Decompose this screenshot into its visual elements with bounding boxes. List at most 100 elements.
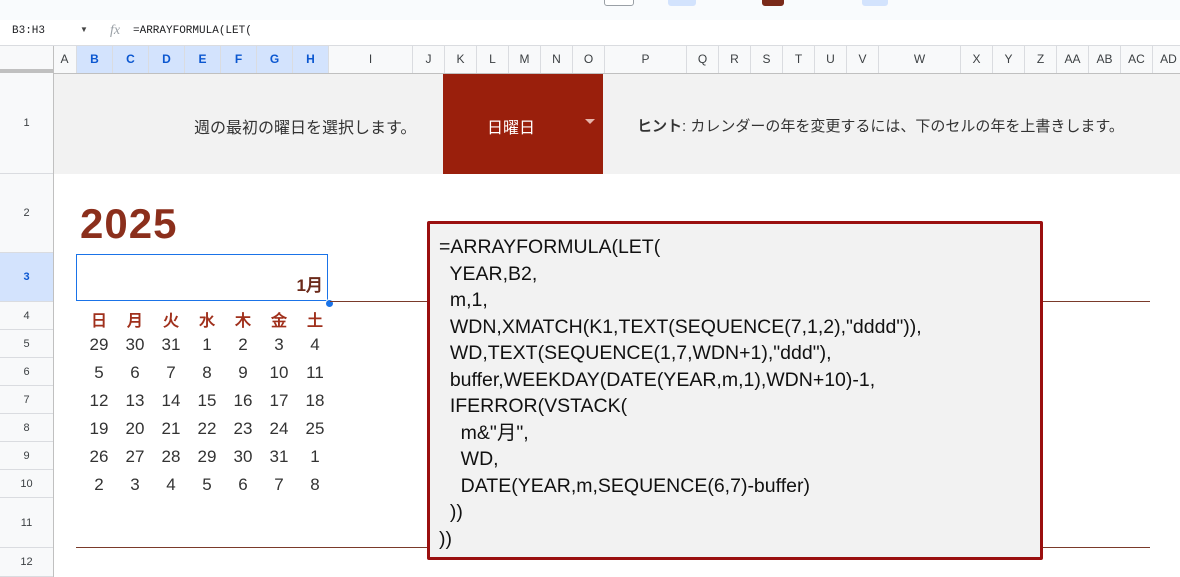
row-header-4[interactable]: 4	[0, 302, 53, 330]
row-header-2[interactable]: 2	[0, 174, 53, 253]
row-header-12[interactable]: 12	[0, 548, 53, 577]
calendar-day[interactable]: 18	[297, 391, 333, 411]
calendar-day[interactable]: 7	[153, 363, 189, 383]
column-header-u[interactable]: U	[815, 46, 847, 73]
name-box[interactable]: B3:H3	[12, 25, 45, 37]
calendar-day[interactable]: 31	[261, 447, 297, 467]
toolbar-button[interactable]	[862, 0, 888, 6]
column-header-j[interactable]: J	[413, 46, 445, 73]
column-header-w[interactable]: W	[879, 46, 961, 73]
calendar-day[interactable]: 2	[81, 475, 117, 495]
calendar-day[interactable]: 29	[81, 335, 117, 355]
calendar-day[interactable]: 17	[261, 391, 297, 411]
calendar-day[interactable]: 10	[261, 363, 297, 383]
calendar-day[interactable]: 24	[261, 419, 297, 439]
column-header-v[interactable]: V	[847, 46, 879, 73]
column-header-e[interactable]: E	[185, 46, 221, 73]
column-header-n[interactable]: N	[541, 46, 573, 73]
calendar-day[interactable]: 7	[261, 475, 297, 495]
select-all-corner[interactable]	[0, 46, 54, 73]
row-header-9[interactable]: 9	[0, 442, 53, 470]
column-header-f[interactable]: F	[221, 46, 257, 73]
calendar-day[interactable]: 30	[117, 335, 153, 355]
calendar-day[interactable]: 21	[153, 419, 189, 439]
column-header-q[interactable]: Q	[687, 46, 719, 73]
calendar-day[interactable]: 6	[117, 363, 153, 383]
column-header-t[interactable]: T	[783, 46, 815, 73]
calendar-day[interactable]: 4	[153, 475, 189, 495]
row-header-11[interactable]: 11	[0, 498, 53, 548]
calendar-day[interactable]: 13	[117, 391, 153, 411]
calendar-day[interactable]: 15	[189, 391, 225, 411]
month-cell[interactable]: 1月	[76, 254, 328, 301]
column-header-aa[interactable]: AA	[1057, 46, 1089, 73]
column-header-h[interactable]: H	[293, 46, 329, 73]
calendar-day[interactable]: 3	[117, 475, 153, 495]
row-header-8[interactable]: 8	[0, 414, 53, 442]
toolbar-button[interactable]	[762, 0, 784, 6]
column-header-x[interactable]: X	[961, 46, 993, 73]
toolbar	[0, 0, 1180, 20]
dropdown-arrow-icon[interactable]	[585, 119, 595, 124]
chevron-down-icon[interactable]: ▼	[80, 25, 88, 34]
column-header-m[interactable]: M	[509, 46, 541, 73]
column-header-l[interactable]: L	[477, 46, 509, 73]
calendar-day[interactable]: 23	[225, 419, 261, 439]
column-header-b[interactable]: B	[77, 46, 113, 73]
column-header-z[interactable]: Z	[1025, 46, 1057, 73]
calendar-day[interactable]: 11	[297, 363, 333, 383]
column-header-ac[interactable]: AC	[1121, 46, 1153, 73]
calendar-day[interactable]: 26	[81, 447, 117, 467]
calendar-day[interactable]: 9	[225, 363, 261, 383]
calendar-day[interactable]: 1	[297, 447, 333, 467]
column-header-r[interactable]: R	[719, 46, 751, 73]
row-header-10[interactable]: 10	[0, 470, 53, 498]
calendar-day[interactable]: 31	[153, 335, 189, 355]
column-header: A B C D E F G H I J K L M N O P Q R S T U V W X Y Z AA AB AC AD	[0, 46, 1180, 74]
column-header-ab[interactable]: AB	[1089, 46, 1121, 73]
column-header-p[interactable]: P	[605, 46, 687, 73]
calendar-day[interactable]: 30	[225, 447, 261, 467]
column-header-i[interactable]: I	[329, 46, 413, 73]
calendar-day[interactable]: 3	[261, 335, 297, 355]
column-header-g[interactable]: G	[257, 46, 293, 73]
calendar-year[interactable]: 2025	[80, 200, 177, 248]
toolbar-button[interactable]	[668, 0, 696, 6]
column-header-c[interactable]: C	[113, 46, 149, 73]
column-header-y[interactable]: Y	[993, 46, 1025, 73]
column-header-o[interactable]: O	[573, 46, 605, 73]
calendar-day[interactable]: 29	[189, 447, 225, 467]
calendar-day[interactable]: 22	[189, 419, 225, 439]
calendar-day[interactable]: 8	[189, 363, 225, 383]
row-header-3[interactable]: 3	[0, 253, 53, 302]
column-header-d[interactable]: D	[149, 46, 185, 73]
calendar-day[interactable]: 20	[117, 419, 153, 439]
calendar-day[interactable]: 2	[225, 335, 261, 355]
row-header-1[interactable]: 1	[0, 73, 53, 174]
column-header-ad[interactable]: AD	[1153, 46, 1180, 73]
calendar-day[interactable]: 6	[225, 475, 261, 495]
row-header-6[interactable]: 6	[0, 358, 53, 386]
calendar-day[interactable]: 28	[153, 447, 189, 467]
calendar-day[interactable]: 8	[297, 475, 333, 495]
calendar-day[interactable]: 4	[297, 335, 333, 355]
calendar-day[interactable]: 1	[189, 335, 225, 355]
column-header-a[interactable]: A	[53, 46, 77, 73]
toolbar-button[interactable]	[604, 0, 634, 6]
calendar-day[interactable]: 25	[297, 419, 333, 439]
row-header-7[interactable]: 7	[0, 386, 53, 414]
calendar-day[interactable]: 19	[81, 419, 117, 439]
calendar-day[interactable]: 5	[189, 475, 225, 495]
calendar-day[interactable]: 12	[81, 391, 117, 411]
weekday-header: 水	[198, 313, 215, 330]
column-header-k[interactable]: K	[445, 46, 477, 73]
calendar-day[interactable]: 27	[117, 447, 153, 467]
row-header-5[interactable]: 5	[0, 330, 53, 358]
week-start-dropdown[interactable]: 日曜日	[443, 74, 603, 174]
calendar-day[interactable]: 14	[153, 391, 189, 411]
week-start-instruction: 週の最初の曜日を選択します。	[194, 120, 417, 137]
formula-input[interactable]: =ARRAYFORMULA(LET(	[133, 25, 252, 37]
column-header-s[interactable]: S	[751, 46, 783, 73]
calendar-day[interactable]: 16	[225, 391, 261, 411]
calendar-day[interactable]: 5	[81, 363, 117, 383]
